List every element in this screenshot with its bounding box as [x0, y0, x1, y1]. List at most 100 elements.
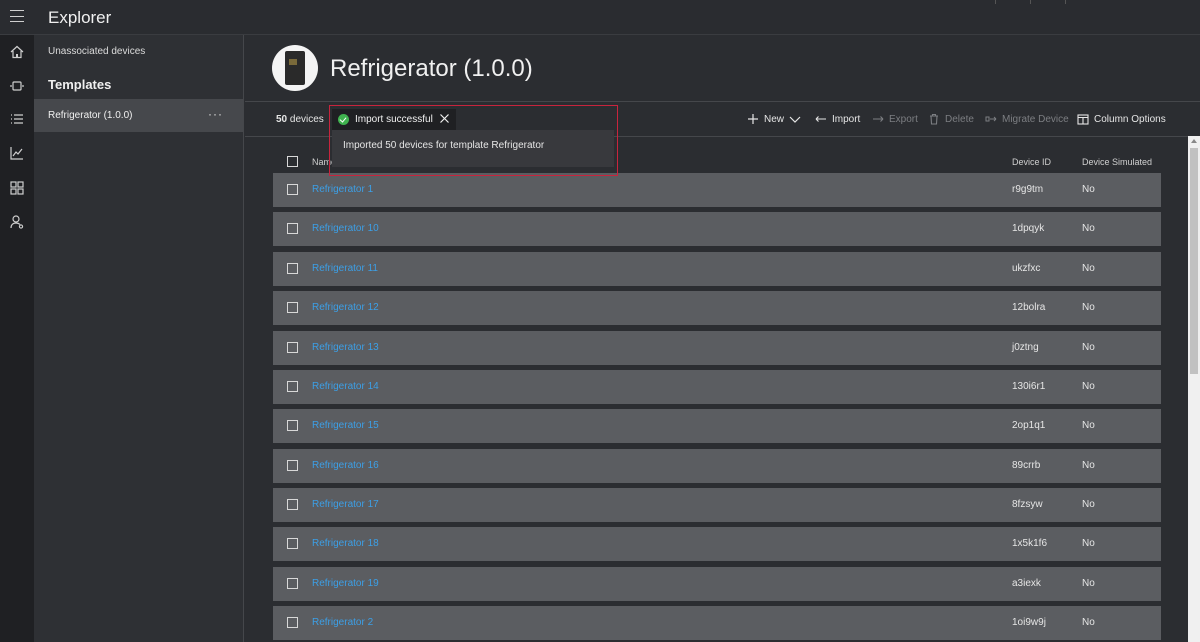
device-name-link[interactable]: Refrigerator 17: [312, 499, 379, 510]
templates-panel: Unassociated devices Templates Refrigera…: [34, 35, 244, 642]
device-name-link[interactable]: Refrigerator 11: [312, 263, 378, 274]
device-count-suffix: devices: [287, 114, 324, 125]
device-name-link[interactable]: Refrigerator 15: [312, 420, 379, 431]
template-item-refrigerator[interactable]: Refrigerator (1.0.0) ···: [34, 99, 243, 132]
left-nav-rail: [0, 35, 34, 642]
column-options-button[interactable]: Column Options: [1077, 113, 1166, 125]
device-name-link[interactable]: Refrigerator 1: [312, 184, 373, 195]
export-icon: [873, 116, 884, 122]
table-row[interactable]: Refrigerator 14 130i6r1 No: [273, 370, 1161, 404]
device-id: 130i6r1: [1012, 381, 1046, 392]
page-title: Refrigerator (1.0.0): [330, 55, 533, 82]
device-name-link[interactable]: Refrigerator 10: [312, 223, 379, 234]
table-row[interactable]: Refrigerator 15 2op1q1 No: [273, 409, 1161, 443]
template-image: [272, 45, 318, 91]
device-simulated: No: [1082, 617, 1095, 628]
device-name-link[interactable]: Refrigerator 14: [312, 381, 379, 392]
device-name-link[interactable]: Refrigerator 18: [312, 538, 379, 549]
administration-icon[interactable]: [9, 214, 25, 230]
device-simulated: No: [1082, 460, 1095, 471]
analytics-icon[interactable]: [9, 145, 25, 161]
devices-icon[interactable]: [9, 78, 25, 94]
device-simulated: No: [1082, 263, 1095, 274]
table-row[interactable]: Refrigerator 13 j0ztng No: [273, 331, 1161, 365]
delete-icon: [930, 113, 938, 125]
row-checkbox[interactable]: [287, 460, 298, 471]
more-options-icon[interactable]: ···: [208, 107, 223, 121]
device-name-link[interactable]: Refrigerator 19: [312, 578, 379, 589]
device-simulated: No: [1082, 420, 1095, 431]
device-count: 50 devices: [276, 114, 324, 125]
delete-button-label: Delete: [945, 113, 974, 125]
row-checkbox[interactable]: [287, 538, 298, 549]
table-row[interactable]: Refrigerator 19 a3iexk No: [273, 567, 1161, 601]
template-item-label: Refrigerator (1.0.0): [48, 110, 133, 121]
new-button[interactable]: New: [747, 113, 801, 125]
app-title: Explorer: [48, 8, 112, 27]
toast-message: Imported 50 devices for template Refrige…: [343, 140, 545, 151]
column-header-device-simulated[interactable]: Device Simulated: [1082, 157, 1152, 167]
success-icon: [338, 114, 349, 125]
table-row[interactable]: Refrigerator 11 ukzfxc No: [273, 252, 1161, 286]
migrate-device-button[interactable]: Migrate Device: [985, 113, 1069, 125]
row-checkbox[interactable]: [287, 617, 298, 628]
migrate-device-label: Migrate Device: [1002, 113, 1069, 125]
device-simulated: No: [1082, 499, 1095, 510]
new-button-label: New: [764, 113, 785, 125]
row-checkbox[interactable]: [287, 223, 298, 234]
device-id: 89crrb: [1012, 460, 1041, 471]
table-row[interactable]: Refrigerator 12 12bolra No: [273, 291, 1161, 325]
row-checkbox[interactable]: [287, 499, 298, 510]
device-id: ukzfxc: [1012, 263, 1041, 274]
toast-body: Imported 50 devices for template Refrige…: [332, 130, 614, 167]
export-button[interactable]: Export: [872, 113, 918, 125]
column-options-label: Column Options: [1094, 113, 1166, 125]
device-id: r9g9tm: [1012, 184, 1044, 195]
column-header-device-id[interactable]: Device ID: [1012, 157, 1051, 167]
table-row[interactable]: Refrigerator 17 8fzsyw No: [273, 488, 1161, 522]
device-count-number: 50: [276, 114, 288, 125]
row-checkbox[interactable]: [287, 342, 298, 353]
rules-icon[interactable]: [9, 111, 25, 127]
scroll-up-icon[interactable]: [1191, 139, 1197, 143]
topbar-divider: [1030, 0, 1031, 4]
device-name-link[interactable]: Refrigerator 2: [312, 617, 373, 628]
device-id: 1dpqyk: [1012, 223, 1045, 234]
plus-icon: [748, 114, 758, 124]
device-simulated: No: [1082, 381, 1095, 392]
table-row[interactable]: Refrigerator 18 1x5k1f6 No: [273, 527, 1161, 561]
scrollbar-thumb[interactable]: [1190, 148, 1198, 374]
dashboard-icon[interactable]: [9, 180, 25, 196]
row-checkbox[interactable]: [287, 263, 298, 274]
import-icon: [815, 116, 826, 122]
select-all-checkbox[interactable]: [287, 156, 298, 167]
table-row[interactable]: Refrigerator 10 1dpqyk No: [273, 212, 1161, 246]
hamburger-icon[interactable]: [10, 10, 24, 22]
close-icon[interactable]: [439, 113, 450, 124]
import-button[interactable]: Import: [815, 113, 860, 125]
row-checkbox[interactable]: [287, 302, 298, 313]
top-bar: Explorer: [0, 0, 1200, 35]
device-name-link[interactable]: Refrigerator 12: [312, 302, 379, 313]
table-row[interactable]: Refrigerator 1 r9g9tm No: [273, 173, 1161, 207]
row-checkbox[interactable]: [287, 578, 298, 589]
row-checkbox[interactable]: [287, 381, 298, 392]
row-checkbox[interactable]: [287, 184, 298, 195]
device-id: 1x5k1f6: [1012, 538, 1048, 549]
table-row[interactable]: Refrigerator 2 1oi9w9j No: [273, 606, 1161, 640]
row-checkbox[interactable]: [287, 420, 298, 431]
device-simulated: No: [1082, 342, 1095, 353]
export-button-label: Export: [889, 113, 918, 125]
import-button-label: Import: [832, 113, 861, 125]
device-name-link[interactable]: Refrigerator 13: [312, 342, 379, 353]
template-header: Refrigerator (1.0.0): [245, 35, 1200, 102]
table-row[interactable]: Refrigerator 16 89crrb No: [273, 449, 1161, 483]
vertical-scrollbar[interactable]: [1188, 136, 1200, 642]
unassociated-devices-link[interactable]: Unassociated devices: [48, 46, 145, 57]
device-id: 12bolra: [1012, 302, 1046, 313]
home-icon[interactable]: [9, 44, 25, 60]
topbar-divider: [1065, 0, 1066, 4]
device-id: a3iexk: [1012, 578, 1041, 589]
delete-button[interactable]: Delete: [928, 113, 974, 125]
device-name-link[interactable]: Refrigerator 16: [312, 460, 379, 471]
